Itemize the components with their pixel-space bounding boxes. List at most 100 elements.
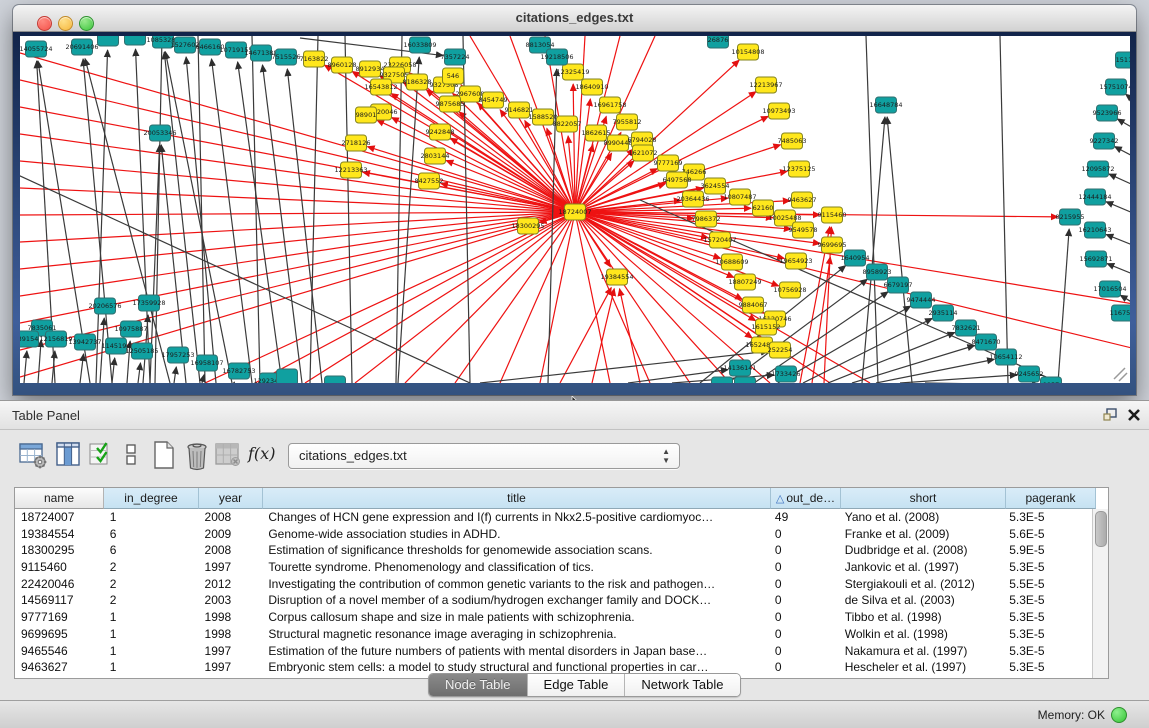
table-body[interactable]: 1872400712008Changes of HCN gene express…	[15, 509, 1093, 678]
table-cell[interactable]: 5.6E-5	[1003, 526, 1093, 543]
network-node[interactable]: 15751074	[1099, 79, 1130, 95]
table-cell[interactable]: 0	[769, 576, 839, 593]
network-node[interactable]: 10688609	[715, 254, 748, 270]
network-node[interactable]: 12213967	[749, 77, 782, 93]
network-node[interactable]: 9699695	[818, 237, 847, 253]
table-cell[interactable]: Stergiakouli et al. (2012)	[839, 576, 1004, 593]
network-node[interactable]: 7986372	[692, 211, 721, 227]
network-node[interactable]: 8822057	[553, 116, 582, 132]
network-node[interactable]: 19654923	[779, 253, 812, 269]
table-row[interactable]: 1830029562008Estimation of significance …	[15, 542, 1093, 559]
network-node[interactable]	[277, 369, 298, 383]
table-cell[interactable]: 5.3E-5	[1003, 659, 1093, 676]
table-vertical-scrollbar[interactable]	[1092, 509, 1108, 678]
network-node[interactable]: 8454749	[479, 92, 508, 108]
network-node[interactable]: 2718126	[342, 135, 371, 151]
table-cell[interactable]: 5.3E-5	[1003, 592, 1093, 609]
table-cell[interactable]: Yano et al. (2008)	[839, 509, 1004, 526]
network-node[interactable]: 16033809	[403, 37, 436, 53]
table-cell[interactable]: Dudbridge et al. (2008)	[839, 542, 1004, 559]
network-node[interactable]: 9463627	[788, 192, 817, 208]
network-node[interactable]	[735, 377, 756, 383]
function-builder-icon[interactable]: f(x)	[248, 444, 275, 463]
table-cell[interactable]: 6	[104, 526, 199, 543]
table-row[interactable]: 1872400712008Changes of HCN gene express…	[15, 509, 1093, 526]
table-cell[interactable]: 1	[104, 626, 199, 643]
table-cell[interactable]: 5.3E-5	[1003, 609, 1093, 626]
network-node[interactable]: 9777169	[654, 155, 683, 171]
network-node[interactable]: 9523966	[1093, 105, 1122, 121]
table-select-dropdown[interactable]: citations_edges.txt ▲▼	[288, 443, 680, 469]
network-node[interactable]: 12375125	[782, 161, 815, 177]
table-cell[interactable]: 0	[769, 626, 839, 643]
network-node[interactable]: 9474444	[907, 292, 936, 308]
table-cell[interactable]: 5.3E-5	[1003, 559, 1093, 576]
network-node[interactable]: 16648784	[869, 97, 902, 113]
table-cell[interactable]: 2	[104, 576, 199, 593]
network-node[interactable]: 9245652	[1015, 366, 1044, 382]
network-node[interactable]	[712, 377, 733, 383]
network-node[interactable]: 98901	[356, 107, 377, 123]
table-row[interactable]: 2242004622012Investigating the contribut…	[15, 576, 1093, 593]
network-node[interactable]: 8215955	[1056, 209, 1085, 225]
table-cell[interactable]: 0	[769, 559, 839, 576]
network-node[interactable]: 15112	[1116, 52, 1131, 68]
network-node[interactable]: 12325419	[556, 64, 589, 80]
network-node[interactable]: 7357224	[441, 49, 470, 65]
select-columns-icon[interactable]	[88, 440, 114, 475]
network-node[interactable]: 15692871	[1079, 251, 1112, 267]
column-header-pagerank[interactable]: pagerank	[1006, 488, 1096, 509]
network-node[interactable]: 116753	[1110, 305, 1130, 321]
table-cell[interactable]: 9777169	[15, 609, 104, 626]
new-document-icon[interactable]	[150, 440, 178, 477]
table-cell[interactable]: Estimation of significance thresholds fo…	[262, 542, 769, 559]
network-node[interactable]: 12444184	[1078, 189, 1111, 205]
network-node[interactable]: 8471670	[972, 334, 1001, 350]
table-cell[interactable]: 2	[104, 559, 199, 576]
network-node[interactable]: 9549578	[789, 222, 818, 238]
network-node[interactable]	[325, 376, 346, 383]
table-cell[interactable]: Jankovic et al. (1997)	[839, 559, 1004, 576]
delete-trash-icon[interactable]	[183, 440, 211, 477]
network-node[interactable]	[125, 36, 146, 45]
network-node[interactable]: 252254	[768, 342, 793, 358]
table-cell[interactable]: 9465546	[15, 643, 104, 660]
table-cell[interactable]: Changes of HCN gene expression and I(f) …	[262, 509, 769, 526]
network-node[interactable]: 18640910	[575, 79, 608, 95]
network-node[interactable]: 10654112	[989, 349, 1022, 365]
network-node[interactable]: 20053346	[143, 125, 176, 141]
network-node[interactable]: 9115460	[818, 207, 847, 223]
table-row[interactable]: 977716911998Corpus callosum shape and si…	[15, 609, 1093, 626]
table-cell[interactable]: 2012	[199, 576, 263, 593]
table-cell[interactable]: 1997	[199, 643, 263, 660]
network-node[interactable]: 6679197	[884, 277, 913, 293]
network-node[interactable]: 10756928	[773, 282, 806, 298]
network-node[interactable]: 12213363	[334, 162, 367, 178]
column-header-name[interactable]: name	[15, 488, 104, 509]
table-cell[interactable]: 1998	[199, 609, 263, 626]
network-node[interactable]: 8427552	[415, 173, 444, 189]
table-panel-header[interactable]: Table Panel	[0, 400, 1149, 430]
table-cell[interactable]: 1997	[199, 559, 263, 576]
network-window[interactable]: citations_edges.txt 18724007716382289601…	[13, 5, 1136, 395]
table-cell[interactable]: 1997	[199, 659, 263, 676]
network-canvas[interactable]: 1872400771638228960128891293423226058932…	[20, 36, 1130, 383]
network-graph[interactable]: 1872400771638228960128891293423226058932…	[20, 36, 1130, 383]
network-node[interactable]: 9875685	[436, 96, 465, 112]
table-cell[interactable]: Investigating the contribution of common…	[262, 576, 769, 593]
table-header-row[interactable]: namein_degreeyeartitle△out_de…shortpager…	[15, 488, 1096, 509]
column-header-short[interactable]: short	[841, 488, 1006, 509]
tab-node-table[interactable]: Node Table	[429, 674, 527, 696]
network-node[interactable]: 18807249	[728, 274, 761, 290]
table-cell[interactable]: 22420046	[15, 576, 104, 593]
table-cell[interactable]: de Silva et al. (2003)	[839, 592, 1004, 609]
network-node[interactable]: 7515526	[272, 49, 301, 65]
network-node[interactable]: 3624554	[701, 178, 730, 194]
canvas-resize-grip[interactable]	[1114, 368, 1127, 381]
network-node[interactable]: 16958107	[190, 355, 223, 371]
float-panel-icon[interactable]	[1101, 406, 1119, 424]
network-node[interactable]: 39154	[20, 331, 39, 347]
network-node[interactable]: 7163822	[300, 51, 329, 67]
network-node[interactable]: 16782753	[222, 363, 255, 379]
network-node[interactable]: 9242848	[426, 124, 455, 140]
